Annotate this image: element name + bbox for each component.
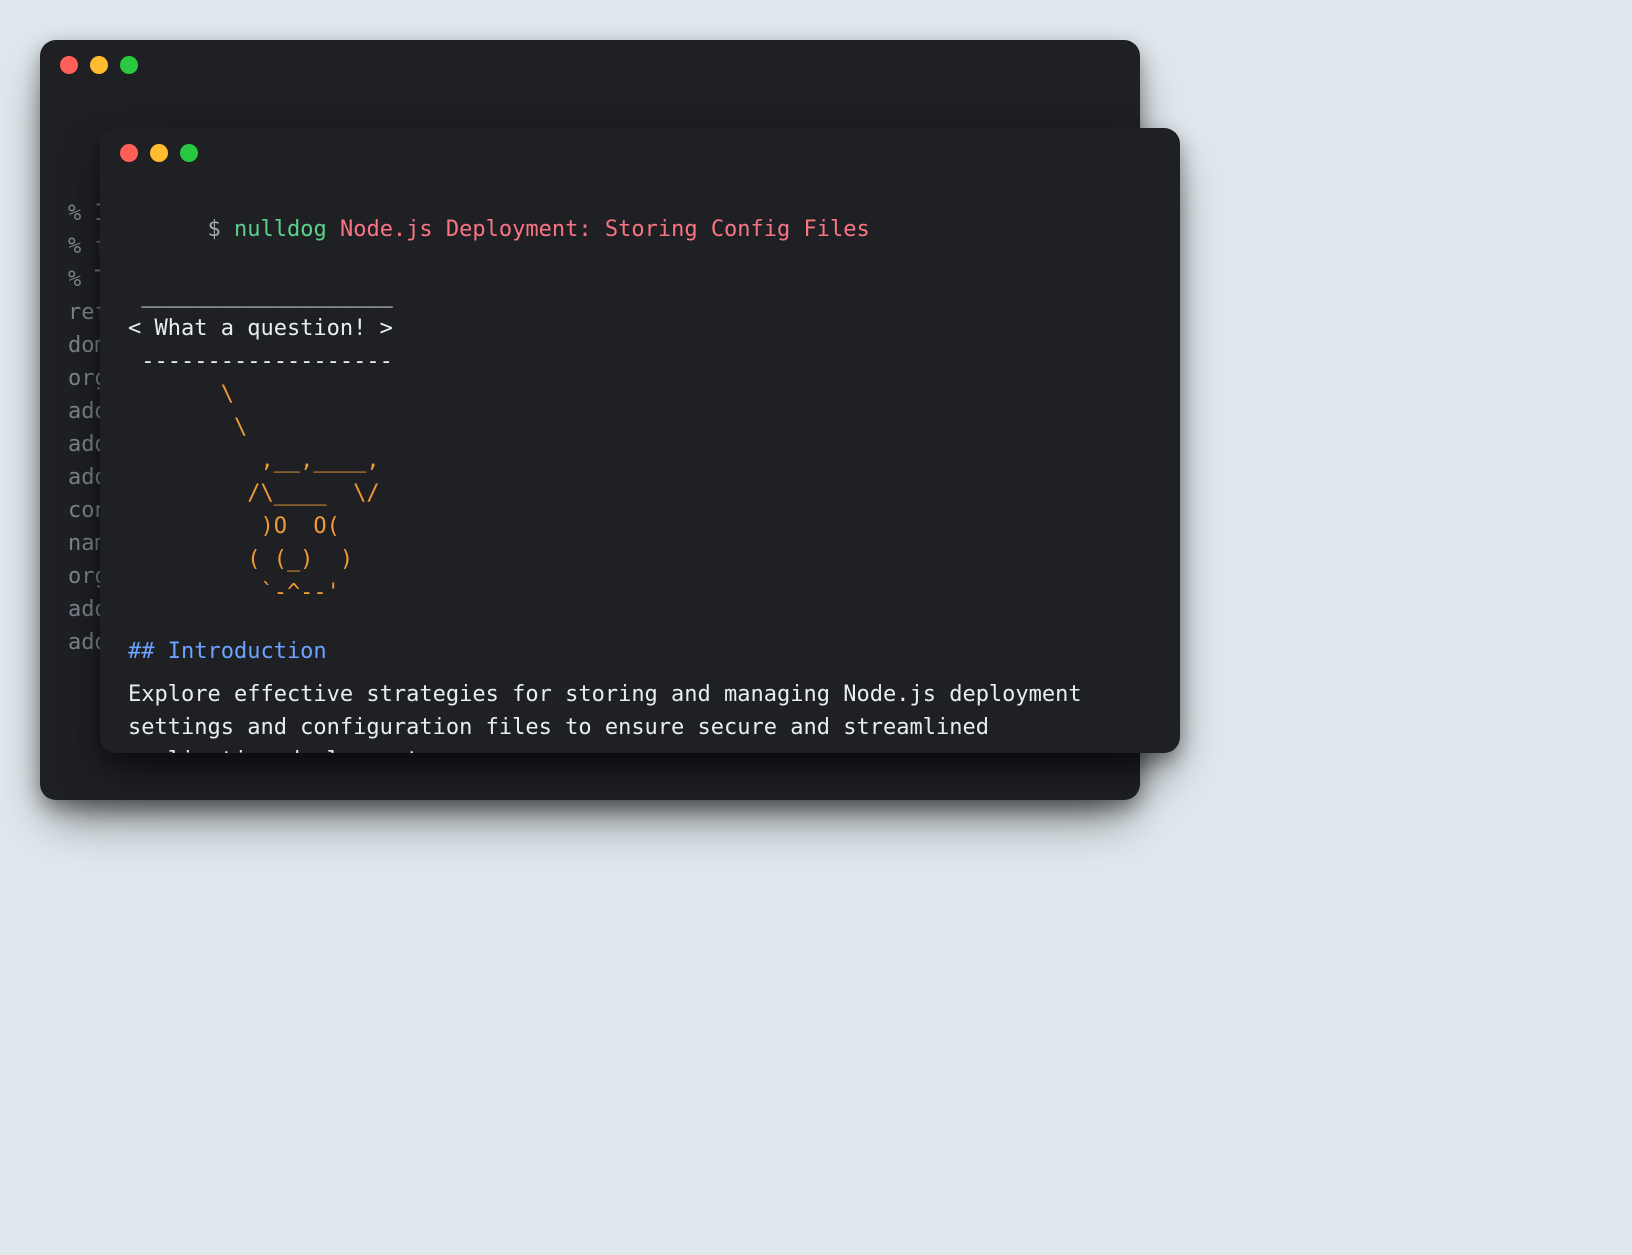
ascii-bubble: ___________________ < What a question! >… [128, 279, 1152, 378]
terminal-content-front: $ nulldog Node.js Deployment: Storing Co… [100, 172, 1180, 753]
close-icon[interactable] [60, 56, 78, 74]
window-controls [100, 128, 1180, 172]
close-icon[interactable] [120, 144, 138, 162]
window-controls [40, 40, 1140, 84]
command-nulldog: nulldog [234, 217, 340, 242]
zoom-icon[interactable] [120, 56, 138, 74]
minimize-icon[interactable] [90, 56, 108, 74]
terminal-window-front: $ nulldog Node.js Deployment: Storing Co… [100, 128, 1180, 753]
intro-paragraph: Explore effective strategies for storing… [128, 678, 1108, 753]
prompt-line-front: $ nulldog Node.js Deployment: Storing Co… [128, 180, 1152, 279]
ascii-cow-icon: \ \ ,__,____, /\____ \/ )O O( ( (_) ) `-… [128, 378, 1152, 609]
zoom-icon[interactable] [180, 144, 198, 162]
prompt-symbol: $ [207, 217, 234, 242]
minimize-icon[interactable] [150, 144, 168, 162]
article-title: Node.js Deployment: Storing Config Files [340, 217, 870, 242]
section-heading: ## Introduction [128, 635, 1152, 668]
